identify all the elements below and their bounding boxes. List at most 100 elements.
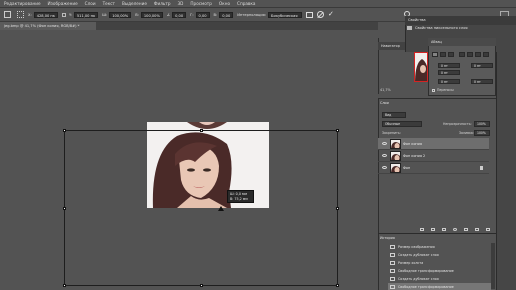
transform-handle-mr[interactable] bbox=[336, 207, 339, 210]
trash-icon[interactable] bbox=[486, 227, 490, 231]
history-step-icon bbox=[390, 261, 395, 265]
properties-title[interactable]: Свойства bbox=[405, 16, 516, 25]
paragraph-panel: 0 пт 0 пт 0 пт 0 пт 0 пт Переносы bbox=[428, 38, 496, 96]
h-field[interactable]: 100,00% bbox=[140, 11, 163, 18]
justify-left-button[interactable] bbox=[459, 52, 465, 57]
menu-text[interactable]: Текст bbox=[103, 1, 115, 6]
layer-row[interactable]: Фон bbox=[378, 162, 489, 174]
history-item-label: Размер изображения bbox=[398, 245, 435, 249]
v-skew-field[interactable]: 0,00 bbox=[219, 11, 234, 18]
history-item[interactable]: Создать дубликат слоя bbox=[388, 251, 491, 259]
indent-right-field[interactable]: 0 пт bbox=[471, 63, 493, 68]
menu-window[interactable]: Окно bbox=[219, 1, 230, 6]
transform-handle-br[interactable] bbox=[336, 284, 339, 287]
menu-select[interactable]: Выделение bbox=[122, 1, 147, 6]
transform-handle-tl[interactable] bbox=[63, 129, 66, 132]
layer-thumbnail bbox=[390, 151, 401, 161]
layer-row[interactable]: Фон копия 2 bbox=[378, 150, 489, 162]
x-label: X: bbox=[28, 12, 32, 17]
align-center-button[interactable] bbox=[440, 52, 446, 57]
history-item[interactable]: Создать дубликат слоя bbox=[388, 275, 491, 283]
justify-all-button[interactable] bbox=[483, 52, 489, 57]
layer-name[interactable]: Фон копия 2 bbox=[403, 150, 425, 162]
v-skew-label: В: bbox=[213, 12, 218, 17]
transform-tool-icon[interactable] bbox=[4, 11, 11, 18]
navigator-tab[interactable]: Навигатор bbox=[378, 42, 408, 50]
fill-field[interactable]: 100% bbox=[474, 130, 490, 136]
h-skew-field[interactable]: 0,00 bbox=[195, 11, 210, 18]
properties-subtitle-text: Свойства пиксельного слоя bbox=[415, 26, 468, 30]
fill-label: Заливка: bbox=[459, 131, 474, 135]
menu-edit[interactable]: Редактирование bbox=[4, 1, 41, 6]
menu-layers[interactable]: Слои bbox=[85, 1, 96, 6]
navigator-zoom[interactable]: 41,7% bbox=[380, 88, 391, 92]
interp-select[interactable]: Бикубическая bbox=[268, 11, 303, 18]
visibility-eye-icon[interactable] bbox=[382, 154, 387, 157]
history-item[interactable]: Свободное трансформирование bbox=[388, 267, 491, 275]
menu-view[interactable]: Просмотр bbox=[190, 1, 212, 6]
visibility-eye-icon[interactable] bbox=[382, 142, 387, 145]
group-icon[interactable] bbox=[464, 227, 468, 231]
align-left-button[interactable] bbox=[432, 52, 438, 57]
y-field[interactable]: 511,00 пк bbox=[73, 11, 99, 18]
link-layers-icon[interactable] bbox=[420, 227, 424, 231]
commit-icon[interactable]: ✓ bbox=[328, 11, 334, 18]
hyphenation-row[interactable]: Переносы bbox=[432, 88, 454, 92]
w-field[interactable]: 100,00% bbox=[109, 11, 132, 18]
layer-name[interactable]: Фон bbox=[403, 162, 410, 174]
layer-name[interactable]: Фон копия bbox=[403, 138, 422, 150]
layer-row[interactable]: Фон копия bbox=[378, 138, 489, 150]
transform-handle-bl[interactable] bbox=[63, 284, 66, 287]
history-item[interactable]: Свободное трансформирование bbox=[388, 283, 491, 290]
history-tab[interactable]: История bbox=[380, 236, 395, 240]
history-item-label: Свободное трансформирование bbox=[398, 269, 454, 273]
opacity-label: Непрозрачность: bbox=[443, 122, 472, 126]
x-field[interactable]: 428,00 пк bbox=[33, 11, 58, 18]
pixel-layer-icon bbox=[407, 26, 412, 30]
lock-label: Закрепить: bbox=[382, 131, 401, 135]
menu-filter[interactable]: Фильтр bbox=[154, 1, 171, 6]
opacity-field[interactable]: 100% bbox=[474, 121, 490, 127]
space-after-field[interactable]: 0 пт bbox=[471, 79, 493, 84]
layer-filter-select[interactable]: Вид bbox=[382, 112, 406, 118]
hyphenation-checkbox[interactable] bbox=[432, 88, 435, 92]
justify-center-button[interactable] bbox=[467, 52, 473, 57]
cursor-icon bbox=[218, 206, 224, 211]
space-before-field[interactable]: 0 пт bbox=[438, 79, 460, 84]
menu-help[interactable]: Справка bbox=[237, 1, 255, 6]
transform-handle-ml[interactable] bbox=[63, 207, 66, 210]
transform-handle-tr[interactable] bbox=[336, 129, 339, 132]
fx-icon[interactable] bbox=[431, 227, 435, 231]
menu-3d[interactable]: 3D bbox=[178, 1, 184, 6]
indent-first-field[interactable]: 0 пт bbox=[438, 70, 460, 75]
history-item[interactable]: Размер холста bbox=[388, 259, 491, 267]
history-step-icon bbox=[390, 269, 395, 273]
angle-field[interactable]: 0,00 bbox=[172, 11, 187, 18]
warp-icon[interactable] bbox=[306, 11, 314, 18]
visibility-eye-icon[interactable] bbox=[382, 166, 387, 169]
h-label: В: bbox=[135, 12, 139, 17]
indent-left-field[interactable]: 0 пт bbox=[438, 63, 460, 68]
layers-tab[interactable]: Слои bbox=[380, 100, 400, 107]
document-tab[interactable]: jeg.bmp @ 41,7% (Фон копия, RGB/8#) * bbox=[0, 22, 96, 30]
new-layer-icon[interactable] bbox=[475, 227, 479, 231]
history-scrollbar[interactable] bbox=[491, 243, 495, 289]
reference-point-icon[interactable] bbox=[17, 11, 24, 18]
properties-subtitle: Свойства пиксельного слоя bbox=[407, 26, 468, 30]
cancel-icon[interactable] bbox=[317, 11, 325, 19]
align-right-button[interactable] bbox=[448, 52, 454, 57]
menu-image[interactable]: Изображение bbox=[48, 1, 78, 6]
history-item-label: Создать дубликат слоя bbox=[398, 253, 439, 257]
adjustment-icon[interactable] bbox=[453, 227, 457, 231]
navigator-thumbnail[interactable] bbox=[414, 52, 428, 82]
history-item[interactable]: Размер изображения bbox=[388, 243, 491, 251]
transform-handle-tc[interactable] bbox=[200, 129, 203, 132]
blend-mode-select[interactable]: Обычные bbox=[382, 121, 422, 127]
transform-handle-bc[interactable] bbox=[200, 284, 203, 287]
paragraph-title[interactable]: Абзац bbox=[428, 38, 496, 46]
link-icon[interactable] bbox=[61, 12, 66, 17]
transform-bounding-box[interactable] bbox=[63, 129, 339, 287]
mask-icon[interactable] bbox=[442, 227, 446, 231]
history-step-icon bbox=[390, 253, 395, 257]
justify-right-button[interactable] bbox=[475, 52, 481, 57]
